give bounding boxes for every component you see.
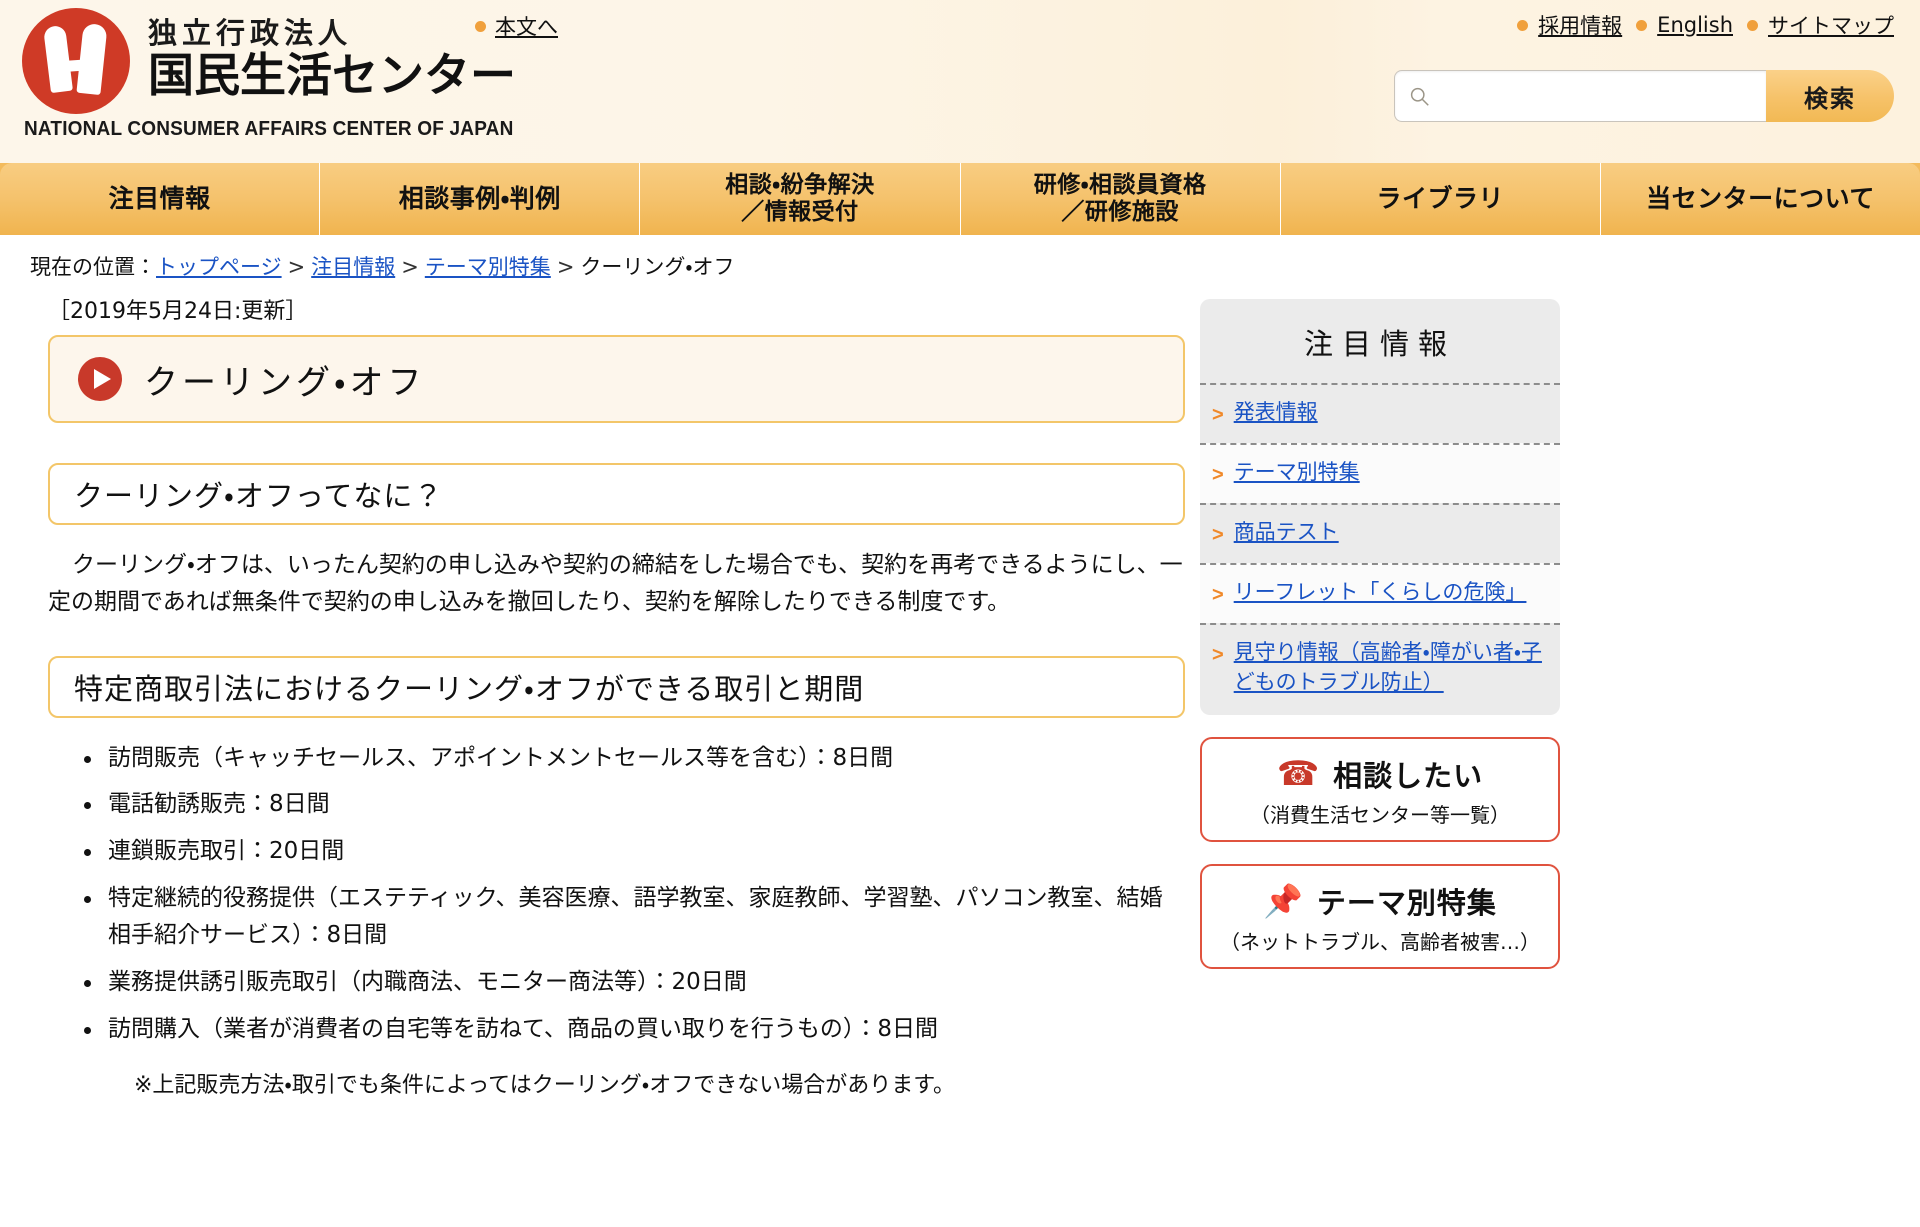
gnav-item-consultation[interactable]: 相談・紛争解決 ／情報受付 [640, 163, 961, 235]
bullet-dot-icon [475, 20, 486, 32]
util-link-sitemap-label: サイトマップ [1768, 14, 1894, 38]
breadcrumb-link-theme[interactable]: テーマ別特集 [425, 255, 551, 279]
chevron-right-icon: > [1212, 524, 1224, 546]
list-item: 業務提供誘引販売取引（内職商法、モニター商法等）：20日間 [78, 964, 1185, 1002]
sidebar-item-product-test[interactable]: > 商品テスト [1200, 503, 1560, 563]
bullet-dot-icon [1636, 19, 1648, 31]
utility-nav: 採用情報 English サイトマップ [1517, 10, 1894, 40]
pin-icon: 📌 [1263, 882, 1303, 919]
gnav-label-wrap: 研修・相談員資格 ／研修施設 [1034, 172, 1207, 226]
sidebar: 注目情報 > 発表情報 > テーマ別特集 > 商品テスト > リーフレット「くら… [1200, 281, 1560, 1099]
gnav-item-about[interactable]: 当センターについて [1600, 163, 1920, 235]
breadcrumb-prefix: 現在の位置： [30, 255, 156, 279]
site-logo[interactable]: 独立行政法人 国民生活センター NATIONAL CONSUMER AFFAIR… [22, 8, 539, 141]
section-heading-what-is: クーリング・オフってなに？ [48, 463, 1185, 525]
breadcrumb-current: クーリング・オフ [580, 255, 735, 279]
logo-mark-icon [22, 8, 130, 114]
logo-org-name: 国民生活センター [148, 48, 516, 103]
gnav-item-library[interactable]: ライブラリ [1280, 163, 1601, 235]
util-link-english[interactable]: English [1636, 13, 1733, 37]
sidebar-item-label: 商品テスト [1233, 520, 1339, 544]
list-note: ※上記販売方法・取引でも条件によってはクーリング・オフできない場合があります。 [134, 1072, 955, 1098]
skip-to-content-link[interactable]: 本文へ [475, 11, 558, 41]
breadcrumb-separator: > [287, 255, 306, 279]
search-button[interactable]: 検索 [1766, 70, 1894, 122]
util-link-recruit-label: 採用情報 [1538, 14, 1623, 38]
cta-consult-title: 相談したい [1333, 758, 1484, 793]
gnav-item-training[interactable]: 研修・相談員資格 ／研修施設 [960, 163, 1281, 235]
sidebar-item-label: テーマ別特集 [1233, 460, 1360, 484]
gnav-label-line2: ／情報受付 [741, 199, 859, 225]
logo-org-english: NATIONAL CONSUMER AFFAIRS CENTER OF JAPA… [24, 118, 514, 140]
util-link-recruit[interactable]: 採用情報 [1517, 10, 1622, 40]
sidebar-item-watch-info[interactable]: > 見守り情報（高齢者・障がい者・子どものトラブル防止） [1200, 623, 1560, 711]
breadcrumb-separator: > [556, 255, 575, 279]
gnav-label: ライブラリ [1376, 184, 1505, 214]
site-header: 独立行政法人 国民生活センター NATIONAL CONSUMER AFFAIR… [0, 0, 1920, 163]
cta-theme-subtitle: （ネットトラブル、高齢者被害…） [1220, 929, 1540, 954]
search-icon [1410, 87, 1429, 106]
util-link-english-label: English [1657, 13, 1733, 37]
section-paragraph-what-is: クーリング・オフは、いったん契約の申し込みや契約の締結をした場合でも、契約を再考… [48, 552, 1183, 616]
cta-theme-title: テーマ別特集 [1316, 885, 1497, 920]
sidebar-item-press[interactable]: > 発表情報 [1200, 383, 1560, 443]
chevron-right-icon: > [1212, 644, 1224, 666]
cta-consult-subtitle: （消費生活センター等一覧） [1250, 802, 1510, 827]
page-title: クーリング・オフ [144, 362, 426, 403]
gnav-label: 相談事例・判例 [398, 184, 561, 214]
sidebar-panel-featured: 注目情報 > 発表情報 > テーマ別特集 > 商品テスト > リーフレット「くら… [1200, 299, 1560, 715]
search-field-wrapper[interactable] [1394, 70, 1766, 122]
gnav-item-cases[interactable]: 相談事例・判例 [320, 163, 641, 235]
search-input[interactable] [1430, 85, 1766, 107]
breadcrumb-link-featured[interactable]: 注目情報 [311, 255, 395, 279]
sidebar-item-leaflet[interactable]: > リーフレット「くらしの危険」 [1200, 563, 1560, 623]
transaction-period-list: 訪問販売（キャッチセールス、アポイントメントセールス等を含む）：8日間 電話勧誘… [48, 740, 1185, 1049]
breadcrumb-separator: > [401, 255, 419, 279]
cta-theme[interactable]: 📌 テーマ別特集 （ネットトラブル、高齢者被害…） [1200, 863, 1560, 969]
sidebar-panel-title: 注目情報 [1303, 327, 1456, 361]
list-item: 電話勧誘販売：8日間 [78, 786, 1185, 824]
list-item: 特定継続的役務提供（エステティック、美容医療、語学教室、家庭教師、学習塾、パソコ… [78, 880, 1185, 955]
chevron-right-icon: > [1212, 404, 1224, 426]
cta-consult[interactable]: ☎ 相談したい （消費生活センター等一覧） [1200, 736, 1560, 842]
sidebar-item-label: 見守り情報（高齢者・障がい者・子どものトラブル防止） [1233, 640, 1542, 694]
bullet-dot-icon [1747, 19, 1758, 31]
gnav-label-line1: 相談・紛争解決 [725, 171, 875, 198]
list-item: 訪問販売（キャッチセールス、アポイントメントセールス等を含む）：8日間 [78, 740, 1185, 778]
play-circle-icon [78, 357, 122, 401]
section-heading-label: クーリング・オフってなに？ [74, 479, 444, 513]
breadcrumb: 現在の位置：トップページ > 注目情報 > テーマ別特集 > クーリング・オフ [0, 235, 1920, 281]
gnav-item-featured[interactable]: 注目情報 [0, 163, 321, 235]
skip-link-label: 本文へ [495, 15, 558, 39]
sidebar-item-label: 発表情報 [1233, 400, 1318, 424]
section-heading-periods: 特定商取引法におけるクーリング・オフができる取引と期間 [48, 655, 1185, 718]
list-item: 訪問購入（業者が消費者の自宅等を訪ねて、商品の買い取りを行うもの）：8日間 [78, 1011, 1185, 1049]
gnav-label-line2: ／研修施設 [1061, 199, 1179, 225]
bullet-dot-icon [1517, 19, 1529, 31]
logo-org-sub: 独立行政法人 [148, 16, 353, 50]
phone-icon: ☎ [1276, 754, 1320, 793]
global-nav: 注目情報 相談事例・判例 相談・紛争解決 ／情報受付 研修・相談員資格 ／研修施… [0, 163, 1920, 235]
gnav-label-wrap: 相談・紛争解決 ／情報受付 [725, 172, 874, 226]
chevron-right-icon: > [1212, 584, 1224, 606]
site-search: 検索 [1394, 70, 1894, 122]
util-link-sitemap[interactable]: サイトマップ [1747, 10, 1894, 40]
main-content: ［2019年5月24日:更新］ クーリング・オフ クーリング・オフってなに？ ク… [0, 281, 1185, 1099]
logo-arm-shape [55, 58, 101, 73]
updated-date: ［2019年5月24日:更新］ [48, 299, 308, 324]
page-title-box: クーリング・オフ [48, 335, 1185, 423]
sidebar-item-theme[interactable]: > テーマ別特集 [1200, 443, 1560, 503]
gnav-label: 注目情報 [108, 184, 211, 214]
gnav-label-line1: 研修・相談員資格 [1033, 171, 1207, 198]
list-item: 連鎖販売取引：20日間 [78, 833, 1185, 871]
page-body: ［2019年5月24日:更新］ クーリング・オフ クーリング・オフってなに？ ク… [0, 281, 1920, 1099]
breadcrumb-link-top[interactable]: トップページ [156, 255, 282, 279]
section-heading-label: 特定商取引法におけるクーリング・オフができる取引と期間 [74, 671, 865, 706]
gnav-label: 当センターについて [1646, 184, 1875, 214]
chevron-right-icon: > [1212, 464, 1224, 486]
sidebar-item-label: リーフレット「くらしの危険」 [1233, 580, 1527, 604]
